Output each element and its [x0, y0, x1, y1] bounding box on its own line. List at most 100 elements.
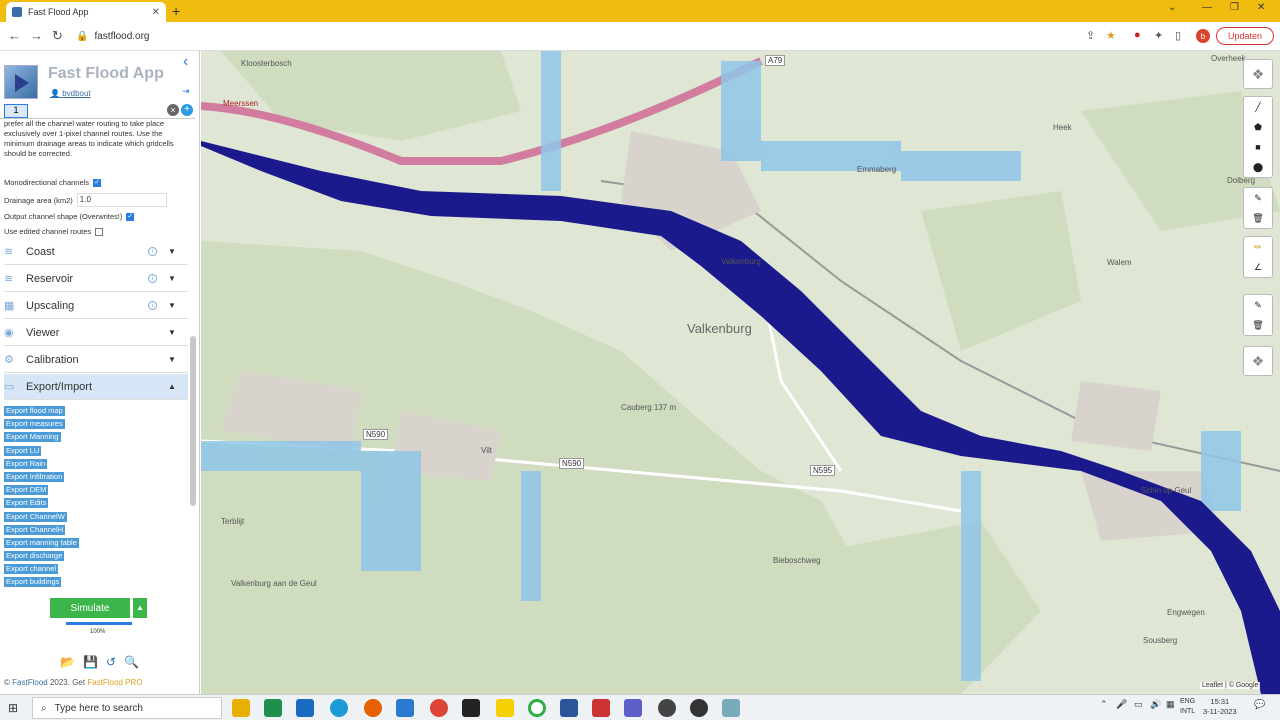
- logout-icon[interactable]: ⇥: [182, 86, 190, 97]
- info-icon[interactable]: i: [148, 301, 157, 310]
- simulate-options-button[interactable]: ▲: [133, 598, 147, 618]
- pencil-icon[interactable]: ✏: [1254, 237, 1262, 257]
- output-checkbox[interactable]: [126, 212, 135, 221]
- map-canvas: [201, 51, 1280, 694]
- close-icon[interactable]: ✕: [152, 7, 160, 18]
- fastflood-link[interactable]: FastFlood: [12, 678, 48, 687]
- polygon-icon[interactable]: ⬟: [1254, 117, 1262, 137]
- share-icon[interactable]: ⇪: [1086, 29, 1095, 42]
- save-icon[interactable]: 💾: [83, 655, 98, 669]
- section-reservoir[interactable]: ≋ Reservoir i ▼: [4, 266, 188, 292]
- chevron-down-icon[interactable]: ▼: [168, 274, 176, 283]
- panel-scrollbar[interactable]: [190, 336, 196, 506]
- drainage-input[interactable]: 1.0: [76, 193, 167, 207]
- chevron-down-icon[interactable]: ▼: [168, 301, 176, 310]
- edit-icon[interactable]: ✎: [1254, 295, 1262, 315]
- windows-start-icon[interactable]: ⊞: [8, 701, 18, 715]
- waves-icon: ≋: [4, 273, 14, 285]
- info-icon[interactable]: i: [148, 274, 157, 283]
- network-icon[interactable]: ▦: [1166, 699, 1175, 710]
- scenario-number-field[interactable]: 1: [4, 104, 28, 118]
- update-button[interactable]: Updaten: [1216, 27, 1274, 45]
- edit-icon[interactable]: ✎: [1254, 188, 1262, 208]
- road-label: N595: [810, 465, 836, 476]
- speaker-icon[interactable]: 🔊: [1150, 699, 1161, 710]
- file-explorer-icon[interactable]: [232, 699, 250, 717]
- sidepanel-icon[interactable]: ▯: [1175, 29, 1181, 42]
- back-icon[interactable]: ←: [8, 28, 21, 43]
- chrome-icon[interactable]: [430, 699, 448, 717]
- section-calibration[interactable]: ⚙ Calibration ▼: [4, 347, 188, 373]
- teams-icon[interactable]: [624, 699, 642, 717]
- add-icon[interactable]: +: [181, 104, 193, 116]
- word-icon[interactable]: [560, 699, 578, 717]
- edge-icon[interactable]: [330, 699, 348, 717]
- browser-tab-bar: Fast Flood App ✕ + ⌄ — ❐ ✕: [0, 0, 1280, 22]
- section-coast[interactable]: ≋ Coast i ▼: [4, 239, 188, 265]
- collapse-panel-icon[interactable]: ‹: [183, 53, 188, 71]
- app-icon[interactable]: [690, 699, 708, 717]
- app-icon[interactable]: [722, 699, 740, 717]
- output-option: Output channel shape (Overwrites!): [4, 212, 135, 221]
- browser-tab[interactable]: Fast Flood App ✕: [6, 2, 166, 22]
- section-export-import[interactable]: ▭ Export/Import ▲: [4, 374, 188, 400]
- remove-icon[interactable]: ×: [167, 104, 179, 116]
- chevron-down-icon[interactable]: ▼: [168, 355, 176, 364]
- chevron-down-icon[interactable]: ⌄: [1168, 2, 1176, 13]
- microphone-icon[interactable]: 🎤: [1116, 699, 1127, 710]
- taskbar-clock[interactable]: 15:31 3-11-2023: [1203, 697, 1237, 717]
- extensions-icon[interactable]: ✦: [1154, 29, 1163, 42]
- marker-icon[interactable]: ⬤: [1253, 157, 1263, 177]
- rectangle-icon[interactable]: ■: [1255, 137, 1260, 157]
- info-icon[interactable]: i: [148, 247, 157, 256]
- url-field[interactable]: 🔒 fastflood.org: [70, 26, 1070, 47]
- mono-checkbox[interactable]: [93, 178, 102, 187]
- trash-icon[interactable]: 🗑: [1252, 315, 1263, 335]
- vscode-icon[interactable]: [396, 699, 414, 717]
- map-attribution[interactable]: Leaflet | © Google: [1200, 682, 1261, 689]
- section-upscaling[interactable]: ▦ Upscaling i ▼: [4, 293, 188, 319]
- forward-icon[interactable]: →: [30, 28, 43, 43]
- battery-icon[interactable]: ▭: [1134, 699, 1143, 710]
- chevron-down-icon[interactable]: ▼: [168, 247, 176, 256]
- terminal-icon[interactable]: [462, 699, 480, 717]
- fastflood-pro-link[interactable]: FastFlood PRO: [87, 678, 142, 687]
- trash-icon[interactable]: 🗑: [1252, 208, 1263, 228]
- window-close-icon[interactable]: ✕: [1257, 2, 1265, 13]
- notifications-icon[interactable]: 💬: [1254, 699, 1265, 710]
- user-link[interactable]: 👤 bvdbout: [50, 89, 91, 98]
- layers-icon[interactable]: ❖: [1243, 346, 1273, 376]
- layers-icon[interactable]: ❖: [1243, 59, 1273, 89]
- edited-checkbox[interactable]: [95, 227, 104, 236]
- language-indicator[interactable]: ENG INTL: [1180, 697, 1195, 717]
- extension-abp-icon[interactable]: ●: [1134, 29, 1141, 41]
- open-folder-icon[interactable]: 📂: [60, 655, 75, 669]
- tray-chevron-icon[interactable]: ⌃: [1100, 699, 1108, 710]
- waves-icon: ≋: [4, 246, 14, 258]
- bookmark-star-icon[interactable]: ★: [1106, 29, 1116, 42]
- map-view[interactable]: Kloosterbosch Meerssen Valkenburg Heek E…: [201, 51, 1280, 694]
- profile-avatar[interactable]: b: [1196, 29, 1210, 43]
- app-icon[interactable]: [592, 699, 610, 717]
- chevron-up-icon[interactable]: ▲: [168, 382, 176, 391]
- section-viewer[interactable]: ◉ Viewer ▼: [4, 320, 188, 346]
- taskbar-search[interactable]: ⌕ Type here to search: [32, 697, 222, 719]
- export-buildings-button[interactable]: Export buildings: [4, 577, 62, 588]
- maximize-icon[interactable]: ❐: [1230, 2, 1239, 13]
- outlook-icon[interactable]: [296, 699, 314, 717]
- reset-icon[interactable]: ↺: [106, 655, 116, 669]
- minimize-icon[interactable]: —: [1202, 2, 1212, 13]
- line-icon[interactable]: ∠: [1254, 257, 1262, 277]
- zoom-icon[interactable]: 🔍: [124, 655, 139, 669]
- map-label: Sousberg: [1143, 636, 1178, 645]
- app-icon[interactable]: [264, 699, 282, 717]
- polyline-icon[interactable]: ╱: [1255, 97, 1260, 117]
- simulate-button[interactable]: Simulate: [50, 598, 130, 618]
- new-tab-icon[interactable]: +: [172, 3, 180, 19]
- settings-icon[interactable]: [658, 699, 676, 717]
- app-icon[interactable]: [528, 699, 546, 717]
- firefox-icon[interactable]: [364, 699, 382, 717]
- reload-icon[interactable]: ↻: [52, 28, 63, 44]
- sticky-notes-icon[interactable]: [496, 699, 514, 717]
- chevron-down-icon[interactable]: ▼: [168, 328, 176, 337]
